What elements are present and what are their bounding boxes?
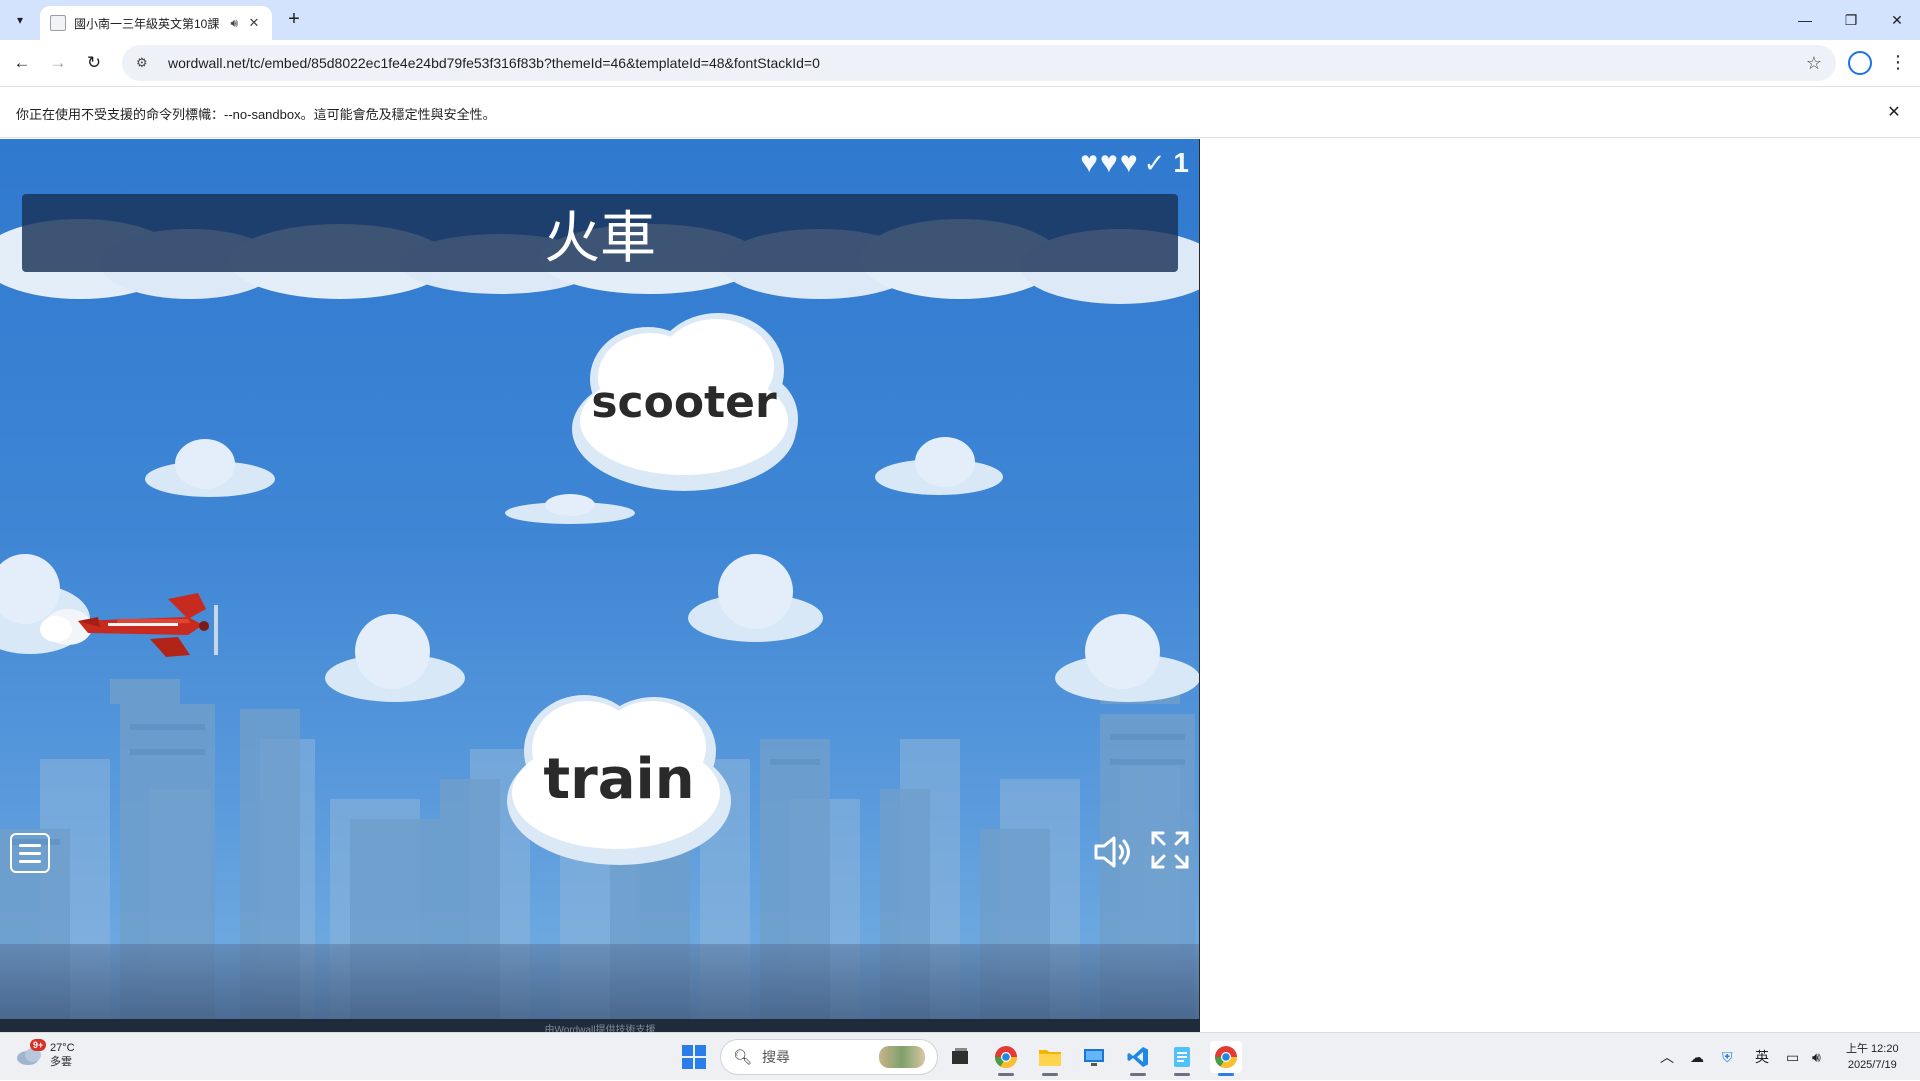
weather-temperature: 27°C <box>50 1042 75 1054</box>
address-bar[interactable]: ⚙ wordwall.net/tc/embed/85d8022ec1fe4e24… <box>122 45 1836 81</box>
site-info-icon[interactable]: ⚙ <box>136 55 156 71</box>
reload-icon[interactable]: ↻ <box>82 51 106 75</box>
life-heart-icon: ♥ <box>1080 146 1098 179</box>
page-favicon-icon <box>50 15 66 31</box>
sound-speaker-icon[interactable] <box>1090 830 1134 874</box>
correct-check-icon: ✓ <box>1143 147 1166 178</box>
active-tab[interactable]: 國小南一三年級英文第10課 🔊︎ ✕ <box>40 6 272 40</box>
game-controls-bar <box>0 944 1199 1020</box>
bookmark-star-icon[interactable]: ☆ <box>1806 53 1822 74</box>
search-icon: 🔍︎ <box>733 1049 753 1066</box>
onedrive-cloud-icon[interactable]: ☁ <box>1690 1033 1704 1081</box>
game-hud: ♥ ♥ ♥ ✓ 1 <box>1080 147 1189 179</box>
red-airplane-icon <box>40 593 218 657</box>
question-text: 火車 <box>544 205 656 271</box>
new-tab-button[interactable]: + <box>282 8 306 32</box>
profile-icon[interactable] <box>1848 51 1872 75</box>
answer-label: train <box>543 747 695 812</box>
forward-arrow-icon[interactable]: → <box>46 51 70 75</box>
remote-desktop-icon[interactable] <box>1078 1041 1110 1073</box>
question-bar: 火車 <box>22 194 1178 272</box>
speaker-icon[interactable]: 🔊︎ <box>230 16 238 31</box>
life-heart-icon: ♥ <box>1119 146 1138 179</box>
answer-cloud-scooter[interactable]: scooter <box>568 309 800 499</box>
infobar-close-button[interactable]: ✕ <box>1882 101 1906 125</box>
restore-icon[interactable]: ❐ <box>1828 0 1874 40</box>
blank-page-area <box>1201 139 1920 1032</box>
cloud-decor <box>875 437 1003 497</box>
vscode-icon[interactable] <box>1122 1041 1154 1076</box>
browser-toolbar: ← → ↻ ⚙ wordwall.net/tc/embed/85d8022ec1… <box>0 40 1920 86</box>
weather-description: 多雲 <box>50 1056 72 1068</box>
tab-close-button[interactable]: ✕ <box>246 15 262 31</box>
search-highlight-icon <box>879 1046 925 1068</box>
window-close-icon[interactable]: ✕ <box>1874 0 1920 40</box>
tray-overflow-chevron-icon[interactable]: ︿ <box>1660 1033 1674 1081</box>
cloud-decor <box>688 554 823 644</box>
cloud-decor <box>145 439 275 499</box>
game-canvas[interactable]: ♥ ♥ ♥ ✓ 1 火車 scooter train <box>0 139 1200 1032</box>
tab-strip: ▾ 國小南一三年級英文第10課 🔊︎ ✕ + — ❐ ✕ <box>0 0 1920 40</box>
kebab-menu-icon[interactable]: ⋮ <box>1886 51 1910 75</box>
score-counter: 1 <box>1173 147 1189 178</box>
tab-title: 國小南一三年級英文第10課 <box>74 16 220 31</box>
ime-indicator[interactable]: 英 <box>1755 1033 1769 1081</box>
tab-search-chevron-icon[interactable]: ▾ <box>8 8 32 32</box>
back-arrow-icon[interactable]: ← <box>10 51 34 75</box>
cloudy-weather-icon: 9+ <box>16 1039 47 1067</box>
task-view-icon[interactable] <box>944 1041 976 1073</box>
life-heart-icon: ♥ <box>1100 146 1118 179</box>
url-text[interactable]: wordwall.net/tc/embed/85d8022ec1fe4e24bd… <box>168 55 1806 71</box>
system-clock[interactable]: 上午 12:20 2025/7/19 <box>1846 1041 1899 1073</box>
chrome-icon[interactable] <box>990 1041 1022 1076</box>
network-icon[interactable]: ▭ <box>1786 1033 1799 1081</box>
clock-date: 2025/7/19 <box>1847 1059 1897 1071</box>
chrome-active-icon[interactable] <box>1210 1041 1242 1076</box>
taskbar-search-box[interactable]: 🔍︎ 搜尋 <box>720 1039 938 1075</box>
security-shield-icon[interactable]: ⛨ <box>1722 1033 1733 1081</box>
window-controls: — ❐ ✕ <box>1782 0 1920 40</box>
cloud-decor <box>1055 614 1199 704</box>
weather-alert-badge: 9+ <box>30 1039 47 1051</box>
windows-start-icon[interactable] <box>682 1045 706 1069</box>
minimize-icon[interactable]: — <box>1782 0 1828 40</box>
clock-time: 上午 12:20 <box>1846 1043 1899 1055</box>
answer-cloud-train[interactable]: train <box>504 681 734 871</box>
warning-infobar: 你正在使用不受支援的命令列標幟：--no-sandbox。這可能會危及穩定性與安… <box>0 86 1920 138</box>
volume-icon[interactable]: 🔊︎ <box>1812 1033 1821 1081</box>
weather-widget[interactable]: 9+ 27°C 多雲 <box>16 1039 75 1069</box>
fullscreen-icon[interactable] <box>1150 830 1190 870</box>
windows-taskbar: 9+ 27°C 多雲 🔍︎ 搜尋 ︿ ☁ ⛨ 英 ▭ 🔊︎ 上午 12:20 2… <box>0 1032 1920 1080</box>
answer-label: scooter <box>591 377 777 428</box>
cloud-decor <box>325 614 465 704</box>
search-placeholder: 搜尋 <box>762 1049 791 1065</box>
hamburger-menu-icon[interactable] <box>10 833 50 873</box>
infobar-message: 你正在使用不受支援的命令列標幟：--no-sandbox。這可能會危及穩定性與安… <box>16 107 496 122</box>
notepad-icon[interactable] <box>1166 1041 1198 1076</box>
file-explorer-icon[interactable] <box>1034 1041 1066 1076</box>
